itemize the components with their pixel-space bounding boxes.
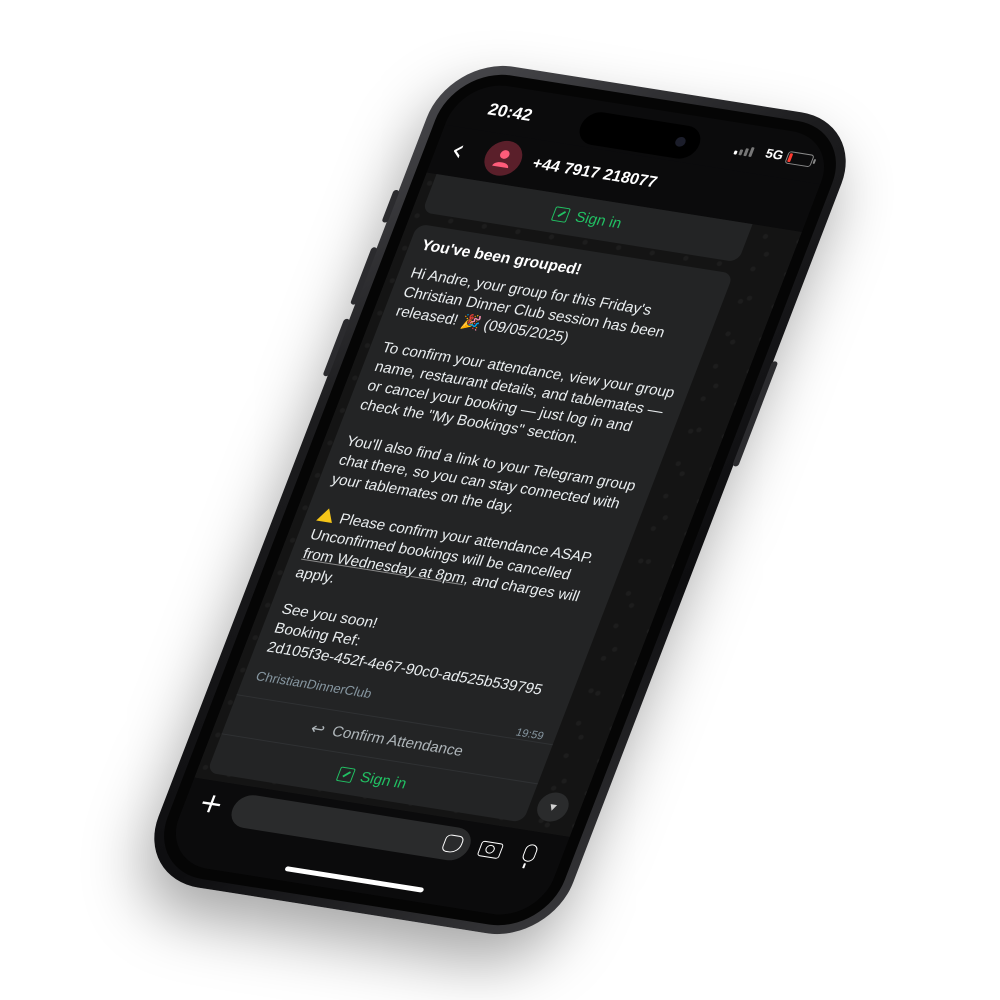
phone-mockup: 20:42 5G ‹ +44 7917 218077 Sign in You'v… (135, 56, 865, 944)
signal-icon (733, 145, 755, 158)
microphone-icon[interactable] (520, 843, 540, 863)
sign-in-label: Sign in (572, 208, 625, 232)
sign-in-label: Sign in (357, 768, 410, 792)
person-icon (492, 150, 510, 169)
camera-icon[interactable] (476, 840, 505, 860)
external-link-icon (550, 205, 571, 223)
warning-icon (316, 507, 338, 523)
reply-icon: ↩ (308, 718, 329, 739)
contact-name[interactable]: +44 7917 218077 (529, 155, 660, 192)
status-time: 20:42 (485, 99, 536, 125)
network-type: 5G (763, 145, 786, 163)
scroll-down-icon[interactable]: ▾ (532, 790, 574, 824)
plus-icon[interactable]: + (194, 786, 229, 821)
front-camera (673, 136, 688, 148)
battery-icon (784, 150, 817, 168)
avatar[interactable] (478, 138, 528, 179)
chevron-left-icon[interactable]: ‹ (446, 133, 471, 168)
phone-screen: 20:42 5G ‹ +44 7917 218077 Sign in You'v… (162, 78, 838, 922)
external-link-icon (335, 765, 356, 783)
